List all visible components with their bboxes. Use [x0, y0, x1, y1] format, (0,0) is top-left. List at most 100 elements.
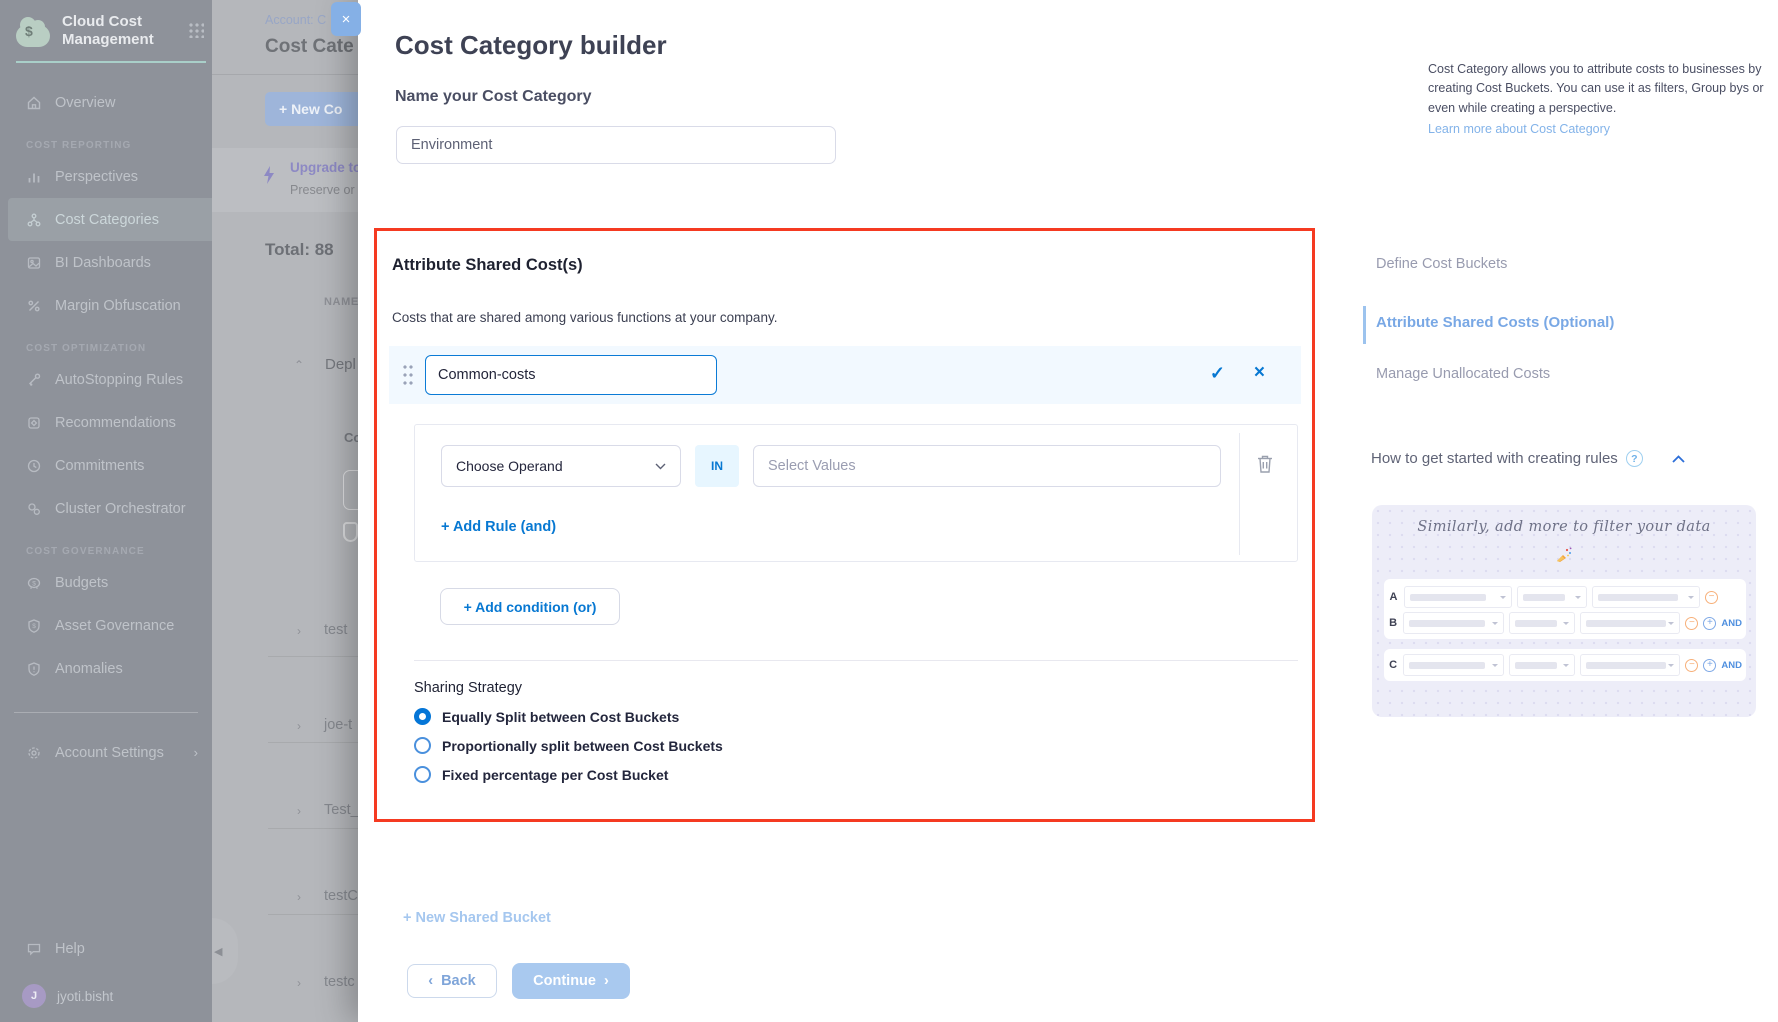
close-drawer-button[interactable]: ×	[331, 2, 361, 36]
hierarchy-icon	[26, 212, 42, 228]
chevron-up-icon	[1672, 455, 1685, 463]
bucket-name-input[interactable]	[425, 355, 717, 395]
sidebar: $ Cloud Cost Management Overview COST RE…	[0, 0, 212, 1022]
step-define-cost-buckets[interactable]: Define Cost Buckets	[1376, 256, 1507, 272]
upgrade-subtitle: Preserve or	[290, 183, 355, 197]
lightning-icon	[262, 165, 276, 185]
sidebar-nav: Overview COST REPORTING Perspectives Cos…	[0, 81, 212, 774]
sidebar-item-cluster-orchestrator[interactable]: Cluster Orchestrator	[0, 487, 212, 530]
chevron-down-icon	[655, 463, 666, 470]
remove-rule-icon: −	[1705, 591, 1718, 604]
back-button[interactable]: ‹ Back	[407, 964, 497, 998]
party-popper-icon	[1555, 545, 1573, 563]
sidebar-item-recommendations[interactable]: Recommendations	[0, 401, 212, 444]
add-rule-icon: +	[1703, 659, 1716, 672]
caret-down-icon	[1688, 596, 1694, 599]
section-cost-reporting: COST REPORTING	[26, 140, 212, 151]
image-icon	[26, 255, 42, 271]
chevron-right-icon[interactable]: ›	[297, 804, 301, 818]
recommendations-icon	[26, 415, 42, 431]
gear-icon	[26, 745, 42, 761]
list-item[interactable]: testc	[324, 974, 355, 990]
section-divider	[414, 660, 1298, 661]
operand-select-value: Choose Operand	[456, 458, 563, 474]
svg-text:$: $	[32, 580, 36, 587]
column-header-name: NAME	[324, 296, 359, 308]
sidebar-item-autostopping[interactable]: AutoStopping Rules	[0, 358, 212, 401]
sidebar-item-commitments[interactable]: Commitments	[0, 444, 212, 487]
trash-icon[interactable]	[1255, 453, 1275, 475]
learn-more-link[interactable]: Learn more about Cost Category	[1428, 120, 1776, 139]
list-item[interactable]: Test_	[324, 802, 359, 818]
background-page-title: Cost Cate	[265, 36, 354, 58]
add-condition-button[interactable]: + Add condition (or)	[440, 588, 620, 625]
continue-button[interactable]: Continue ›	[512, 963, 630, 999]
sidebar-item-help[interactable]: Help	[0, 927, 212, 970]
list-item[interactable]: test	[324, 622, 347, 638]
chevron-right-icon[interactable]: ›	[297, 890, 301, 904]
question-icon[interactable]: ?	[1626, 450, 1643, 467]
expanded-row-label: Depl	[325, 356, 356, 373]
confirm-icon[interactable]: ✓	[1210, 363, 1225, 384]
caret-down-icon	[1492, 622, 1498, 625]
skeleton-select	[1404, 586, 1512, 608]
shield-alert-icon	[26, 661, 42, 677]
skeleton-select	[1580, 654, 1681, 676]
sidebar-item-account-settings[interactable]: Account Settings ›	[0, 731, 212, 774]
cloud-cost-logo-icon: $	[16, 17, 52, 47]
remove-rule-icon: −	[1685, 659, 1698, 672]
operator-badge: IN	[695, 445, 739, 487]
step-manage-unallocated-costs[interactable]: Manage Unallocated Costs	[1376, 366, 1550, 382]
sidebar-item-overview[interactable]: Overview	[0, 81, 212, 124]
howto-title: How to get started with creating rules	[1371, 450, 1618, 467]
skeleton-select	[1403, 654, 1504, 676]
sidebar-item-cost-categories[interactable]: Cost Categories	[8, 198, 212, 241]
section-cost-governance: COST GOVERNANCE	[26, 546, 212, 557]
add-rule-button[interactable]: + Add Rule (and)	[441, 519, 556, 535]
drag-handle-icon[interactable]	[402, 363, 413, 388]
caret-down-icon	[1668, 622, 1674, 625]
step-attribute-shared-costs[interactable]: Attribute Shared Costs (Optional)	[1376, 314, 1614, 331]
piggy-bank-icon: $	[26, 575, 42, 591]
module-grid-icon[interactable]	[188, 22, 204, 38]
skeleton-select	[1509, 612, 1575, 634]
select-values-input[interactable]	[753, 445, 1221, 487]
cost-category-name-input[interactable]	[396, 126, 836, 164]
list-item[interactable]: joe-t	[324, 717, 352, 733]
rule-card: Choose Operand IN + Add Rule (and)	[414, 424, 1298, 562]
radio-equally-split[interactable]: Equally Split between Cost Buckets	[414, 708, 679, 725]
new-shared-bucket-button[interactable]: + New Shared Bucket	[403, 910, 551, 926]
radio-proportionally-split[interactable]: Proportionally split between Cost Bucket…	[414, 737, 723, 754]
module-underline	[16, 61, 206, 63]
sidebar-item-budgets[interactable]: $ Budgets	[0, 561, 212, 604]
chevron-right-icon[interactable]: ›	[297, 976, 301, 990]
sidebar-item-bi-dashboards[interactable]: BI Dashboards	[0, 241, 212, 284]
home-icon	[26, 95, 42, 111]
sidebar-item-margin-obfuscation[interactable]: Margin Obfuscation	[0, 284, 212, 327]
chevron-up-icon[interactable]: ⌃	[294, 358, 304, 372]
app-title: Cloud Cost Management	[62, 13, 200, 49]
sidebar-item-anomalies[interactable]: Anomalies	[0, 647, 212, 690]
illustration-caption: Similarly, add more to filter your data	[1372, 519, 1756, 535]
sidebar-item-perspectives[interactable]: Perspectives	[0, 155, 212, 198]
cluster-icon	[26, 501, 42, 517]
close-icon: ×	[342, 11, 351, 28]
list-item[interactable]: testC	[324, 888, 358, 904]
add-rule-icon: +	[1703, 617, 1716, 630]
remove-rule-icon: −	[1685, 617, 1698, 630]
skeleton-rule-row: A −	[1388, 586, 1742, 608]
radio-icon	[414, 737, 431, 754]
chevron-right-icon[interactable]: ›	[297, 624, 301, 638]
autostopping-icon	[26, 372, 42, 388]
operand-select[interactable]: Choose Operand	[441, 445, 681, 487]
remove-bucket-icon[interactable]: ×	[1254, 362, 1265, 384]
user-profile[interactable]: J jyoti.bisht	[0, 978, 212, 1014]
caret-down-icon	[1500, 596, 1506, 599]
collapse-section-button[interactable]	[1672, 455, 1685, 463]
caret-down-icon	[1563, 664, 1569, 667]
skeleton-select	[1592, 586, 1700, 608]
avatar: J	[22, 984, 46, 1008]
sidebar-item-asset-governance[interactable]: $ Asset Governance	[0, 604, 212, 647]
chevron-right-icon[interactable]: ›	[297, 719, 301, 733]
radio-fixed-percentage[interactable]: Fixed percentage per Cost Bucket	[414, 766, 668, 783]
